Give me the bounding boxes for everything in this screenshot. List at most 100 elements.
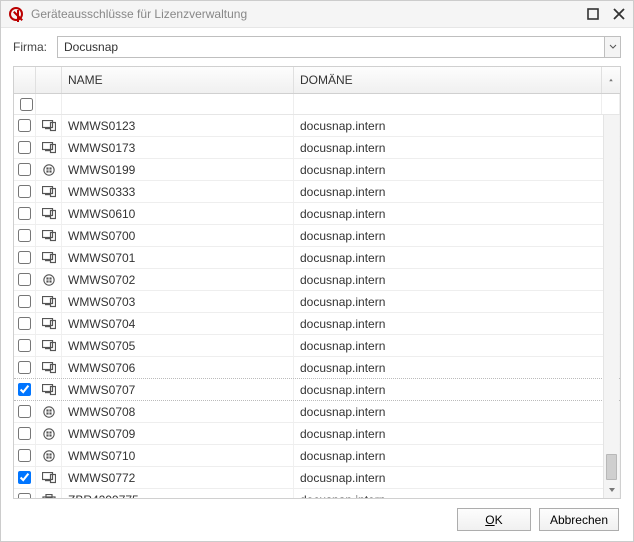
row-checkbox[interactable] — [18, 361, 31, 374]
workstation-icon — [36, 203, 62, 224]
firma-combobox[interactable]: Docusnap — [57, 36, 621, 58]
row-checkbox-cell[interactable] — [14, 489, 36, 497]
table-row[interactable]: WMWS0705docusnap.intern — [14, 335, 620, 357]
table-row[interactable]: WMWS0772docusnap.intern — [14, 467, 620, 489]
row-checkbox-cell[interactable] — [14, 203, 36, 224]
row-checkbox[interactable] — [18, 383, 31, 396]
row-checkbox-cell[interactable] — [14, 401, 36, 422]
workstation-icon — [36, 181, 62, 202]
ok-button[interactable]: OK — [457, 508, 531, 531]
workstation-icon — [36, 247, 62, 268]
workstation-icon — [36, 137, 62, 158]
row-checkbox-cell[interactable] — [14, 467, 36, 488]
row-checkbox-cell[interactable] — [14, 335, 36, 356]
filter-check[interactable] — [14, 94, 36, 114]
row-checkbox[interactable] — [18, 207, 31, 220]
row-name: WMWS0705 — [62, 335, 294, 356]
row-domain: docusnap.intern — [294, 313, 620, 334]
row-checkbox-cell[interactable] — [14, 357, 36, 378]
row-checkbox-cell[interactable] — [14, 291, 36, 312]
titlebar: Geräteausschlüsse für Lizenzverwaltung — [1, 1, 633, 28]
table-row[interactable]: WMWS0701docusnap.intern — [14, 247, 620, 269]
filter-scroll-spacer — [602, 94, 620, 114]
row-checkbox-cell[interactable] — [14, 423, 36, 444]
table-row[interactable]: WMWS0123docusnap.intern — [14, 115, 620, 137]
row-checkbox[interactable] — [18, 427, 31, 440]
workstation-icon — [36, 291, 62, 312]
table-row[interactable]: WMWS0708docusnap.intern — [14, 401, 620, 423]
row-checkbox-cell[interactable] — [14, 247, 36, 268]
grid-body[interactable]: WMWS0123docusnap.internWMWS0173docusnap.… — [14, 115, 620, 497]
row-checkbox[interactable] — [18, 229, 31, 242]
scroll-track[interactable] — [604, 115, 619, 481]
select-all-checkbox[interactable] — [20, 98, 33, 111]
table-row[interactable]: WMWS0703docusnap.intern — [14, 291, 620, 313]
row-name: WMWS0708 — [62, 401, 294, 422]
table-row[interactable]: WMWS0706docusnap.intern — [14, 357, 620, 379]
row-checkbox-cell[interactable] — [14, 115, 36, 136]
table-row[interactable]: WMWS0710docusnap.intern — [14, 445, 620, 467]
row-checkbox[interactable] — [18, 339, 31, 352]
row-checkbox[interactable] — [18, 449, 31, 462]
table-row[interactable]: WMWS0173docusnap.intern — [14, 137, 620, 159]
header-icon-col — [36, 67, 62, 93]
row-checkbox-cell[interactable] — [14, 379, 36, 400]
workstation-icon — [36, 467, 62, 488]
table-row[interactable]: WMWS0704docusnap.intern — [14, 313, 620, 335]
table-row[interactable]: WMWS0700docusnap.intern — [14, 225, 620, 247]
table-row[interactable]: WMWS0707docusnap.intern — [14, 379, 620, 401]
cancel-button[interactable]: Abbrechen — [539, 508, 619, 531]
header-domain[interactable]: DOMÄNE — [294, 67, 602, 93]
row-checkbox-cell[interactable] — [14, 159, 36, 180]
firma-value: Docusnap — [58, 40, 604, 54]
combo-dropdown-button[interactable] — [604, 37, 620, 57]
close-button[interactable] — [611, 6, 627, 22]
row-domain: docusnap.intern — [294, 269, 620, 290]
row-checkbox-cell[interactable] — [14, 181, 36, 202]
maximize-button[interactable] — [585, 6, 601, 22]
vertical-scrollbar[interactable] — [603, 115, 619, 497]
scroll-thumb[interactable] — [606, 454, 617, 480]
table-row[interactable]: WMWS0333docusnap.intern — [14, 181, 620, 203]
row-checkbox-cell[interactable] — [14, 225, 36, 246]
row-name: WMWS0707 — [62, 379, 294, 400]
table-row[interactable]: WMWS0199docusnap.intern — [14, 159, 620, 181]
row-name: WMWS0333 — [62, 181, 294, 202]
row-checkbox[interactable] — [18, 251, 31, 264]
row-checkbox-cell[interactable] — [14, 445, 36, 466]
header-scroll-up[interactable] — [602, 67, 620, 93]
scroll-down-arrow[interactable] — [604, 482, 619, 498]
workstation-icon — [36, 335, 62, 356]
row-checkbox[interactable] — [18, 493, 31, 497]
table-row[interactable]: WMWS0709docusnap.intern — [14, 423, 620, 445]
row-domain: docusnap.intern — [294, 115, 620, 136]
row-name: WMWS0701 — [62, 247, 294, 268]
row-checkbox[interactable] — [18, 141, 31, 154]
row-name: WMWS0710 — [62, 445, 294, 466]
header-name[interactable]: NAME — [62, 67, 294, 93]
header-checkbox-col[interactable] — [14, 67, 36, 93]
row-checkbox[interactable] — [18, 119, 31, 132]
row-checkbox[interactable] — [18, 273, 31, 286]
row-checkbox[interactable] — [18, 405, 31, 418]
row-checkbox[interactable] — [18, 163, 31, 176]
table-row[interactable]: WMWS0702docusnap.intern — [14, 269, 620, 291]
ok-accel: O — [485, 513, 494, 527]
row-checkbox-cell[interactable] — [14, 269, 36, 290]
row-name: WMWS0123 — [62, 115, 294, 136]
table-row[interactable]: ZBR4299775docusnap.intern — [14, 489, 620, 497]
table-row[interactable]: WMWS0610docusnap.intern — [14, 203, 620, 225]
filter-domain-input[interactable] — [294, 94, 602, 114]
row-checkbox[interactable] — [18, 295, 31, 308]
row-checkbox[interactable] — [18, 317, 31, 330]
workstation-icon — [36, 379, 62, 400]
row-checkbox[interactable] — [18, 185, 31, 198]
row-name: WMWS0702 — [62, 269, 294, 290]
windows-icon — [36, 445, 62, 466]
firma-label: Firma: — [13, 40, 47, 54]
filter-name-input[interactable] — [62, 94, 294, 114]
row-checkbox-cell[interactable] — [14, 313, 36, 334]
row-domain: docusnap.intern — [294, 291, 620, 312]
row-checkbox[interactable] — [18, 471, 31, 484]
row-checkbox-cell[interactable] — [14, 137, 36, 158]
